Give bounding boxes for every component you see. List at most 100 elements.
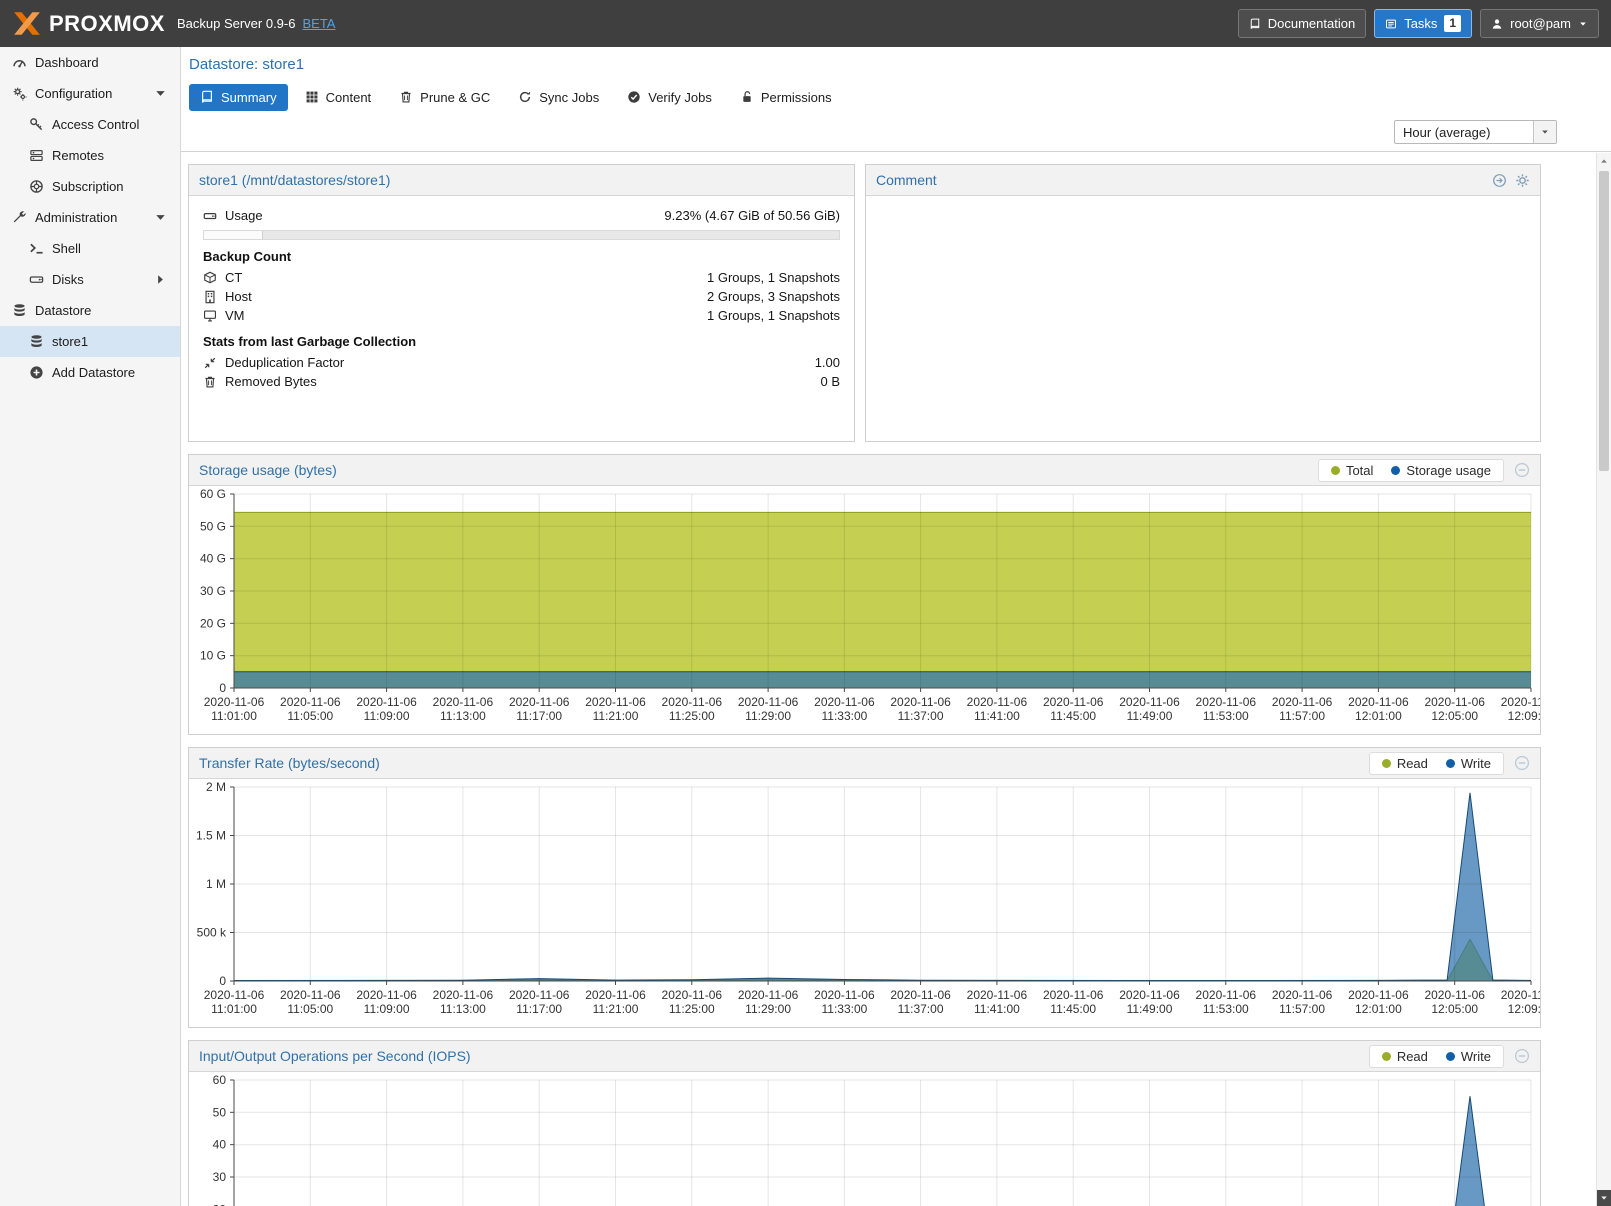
- collapse-chart-icon[interactable]: [1514, 462, 1530, 478]
- tab-sync-jobs[interactable]: Sync Jobs: [507, 84, 610, 111]
- svg-text:11:41:00: 11:41:00: [974, 1002, 1020, 1016]
- svg-text:2020-11-06: 2020-11-06: [738, 695, 799, 709]
- user-menu-button[interactable]: root@pam: [1480, 9, 1599, 38]
- vm-count-row: VM 1 Groups, 1 Snapshots: [203, 306, 840, 325]
- svg-text:20: 20: [213, 1202, 227, 1206]
- chevron-down-icon: [1578, 19, 1588, 29]
- svg-text:2020-11-06: 2020-11-06: [204, 695, 265, 709]
- svg-text:11:45:00: 11:45:00: [1050, 709, 1096, 723]
- svg-text:12:01:00: 12:01:00: [1355, 709, 1402, 723]
- svg-text:2020-11-06: 2020-11-06: [738, 988, 799, 1002]
- sidebar-item-label: Disks: [52, 272, 84, 287]
- storage-usage-chart: 010 G20 G30 G40 G50 G60 G2020-11-0611:01…: [189, 486, 1540, 734]
- svg-text:2020-11-06: 2020-11-06: [356, 695, 417, 709]
- tasks-label: Tasks: [1404, 16, 1437, 31]
- sidebar-item-store1[interactable]: store1: [0, 326, 180, 357]
- svg-text:2020-11-06: 2020-11-06: [509, 695, 570, 709]
- unlock-icon: [740, 90, 754, 104]
- collapse-chart-icon[interactable]: [1514, 1048, 1530, 1064]
- svg-text:11:53:00: 11:53:00: [1203, 1002, 1249, 1016]
- tab-summary[interactable]: Summary: [189, 84, 288, 111]
- vertical-scrollbar[interactable]: [1596, 153, 1611, 1206]
- circle-arrow-icon[interactable]: [1492, 173, 1507, 188]
- svg-text:50 G: 50 G: [200, 519, 226, 533]
- usage-progress-fill: [204, 231, 263, 239]
- usage-value: 9.23% (4.67 GiB of 50.56 GiB): [664, 208, 840, 223]
- scroll-up-button[interactable]: [1597, 153, 1611, 169]
- sidebar-item-disks[interactable]: Disks: [0, 264, 180, 295]
- sidebar-item-subscription[interactable]: Subscription: [0, 171, 180, 202]
- svg-text:60: 60: [213, 1073, 227, 1087]
- server-icon: [29, 148, 44, 163]
- comment-body[interactable]: [866, 196, 1540, 441]
- svg-text:11:25:00: 11:25:00: [669, 709, 715, 723]
- legend-read[interactable]: Read: [1382, 1049, 1428, 1064]
- tab-permissions[interactable]: Permissions: [729, 84, 843, 111]
- svg-text:2020-11-06: 2020-11-06: [433, 695, 494, 709]
- legend-total[interactable]: Total: [1331, 463, 1373, 478]
- chart-title: Input/Output Operations per Second (IOPS…: [199, 1048, 471, 1064]
- proxmox-x-icon: [12, 9, 42, 39]
- tab-verify-jobs[interactable]: Verify Jobs: [616, 84, 723, 111]
- collapse-chart-icon[interactable]: [1514, 755, 1530, 771]
- svg-text:11:17:00: 11:17:00: [516, 1002, 562, 1016]
- beta-link[interactable]: BETA: [302, 16, 335, 31]
- sidebar-item-dashboard[interactable]: Dashboard: [0, 47, 180, 78]
- svg-text:40: 40: [213, 1138, 227, 1152]
- user-label: root@pam: [1510, 16, 1571, 31]
- legend-storage-usage[interactable]: Storage usage: [1391, 463, 1491, 478]
- sidebar-item-datastore[interactable]: Datastore: [0, 295, 180, 326]
- gears-icon: [12, 86, 27, 101]
- chart-legend: Read Write: [1369, 1045, 1504, 1068]
- gc-stats-header: Stats from last Garbage Collection: [203, 334, 840, 349]
- combo-value: Hour (average): [1395, 125, 1490, 140]
- svg-text:2 M: 2 M: [206, 780, 226, 794]
- book-icon: [200, 90, 214, 104]
- scroll-down-button[interactable]: [1597, 1190, 1611, 1206]
- svg-text:2020-11-06: 2020-11-06: [1272, 988, 1333, 1002]
- legend-dot: [1382, 1052, 1391, 1061]
- sidebar: Dashboard Configuration Access Control R…: [0, 47, 181, 1206]
- comment-panel: Comment: [865, 164, 1541, 442]
- svg-text:11:09:00: 11:09:00: [364, 709, 410, 723]
- legend-write[interactable]: Write: [1446, 756, 1491, 771]
- tasks-button[interactable]: Tasks 1: [1374, 9, 1472, 38]
- svg-text:11:29:00: 11:29:00: [745, 1002, 791, 1016]
- book-icon: [1249, 18, 1261, 30]
- svg-text:2020-11-06: 2020-11-06: [1348, 988, 1409, 1002]
- svg-text:11:05:00: 11:05:00: [287, 709, 333, 723]
- chevron-down-icon: [1540, 127, 1550, 137]
- svg-text:2020-11-06: 2020-11-06: [662, 988, 723, 1002]
- tab-content[interactable]: Content: [294, 84, 383, 111]
- svg-text:2020-11-06: 2020-11-06: [585, 988, 646, 1002]
- svg-text:12:09:00: 12:09:00: [1508, 709, 1540, 723]
- tab-prune-gc[interactable]: Prune & GC: [388, 84, 501, 111]
- svg-text:2020-11-06: 2020-11-06: [1196, 988, 1257, 1002]
- svg-text:2020-11-06: 2020-11-06: [585, 695, 646, 709]
- hdd-icon: [29, 272, 44, 287]
- info-panel-title: store1 (/mnt/datastores/store1): [199, 172, 390, 188]
- tab-label: Prune & GC: [420, 90, 490, 105]
- sidebar-item-add-datastore[interactable]: Add Datastore: [0, 357, 180, 388]
- desktop-icon: [203, 309, 217, 323]
- gear-icon[interactable]: [1515, 173, 1530, 188]
- svg-text:12:01:00: 12:01:00: [1355, 1002, 1402, 1016]
- sidebar-item-administration[interactable]: Administration: [0, 202, 180, 233]
- svg-text:30: 30: [213, 1170, 227, 1184]
- sidebar-item-shell[interactable]: Shell: [0, 233, 180, 264]
- sidebar-item-configuration[interactable]: Configuration: [0, 78, 180, 109]
- svg-text:2020-11-06: 2020-11-06: [1348, 695, 1409, 709]
- legend-write[interactable]: Write: [1446, 1049, 1491, 1064]
- scrollbar-thumb[interactable]: [1599, 171, 1609, 471]
- sidebar-item-access-control[interactable]: Access Control: [0, 109, 180, 140]
- combo-trigger[interactable]: [1533, 121, 1556, 143]
- usage-progressbar: [203, 230, 840, 240]
- svg-text:12:05:00: 12:05:00: [1431, 1002, 1478, 1016]
- sidebar-item-remotes[interactable]: Remotes: [0, 140, 180, 171]
- svg-text:2020-11-06: 2020-11-06: [433, 988, 494, 1002]
- documentation-button[interactable]: Documentation: [1238, 9, 1366, 38]
- legend-read[interactable]: Read: [1382, 756, 1428, 771]
- removed-bytes-row: Removed Bytes 0 B: [203, 372, 840, 391]
- time-range-combobox[interactable]: Hour (average): [1394, 120, 1557, 144]
- chart-title: Storage usage (bytes): [199, 462, 337, 478]
